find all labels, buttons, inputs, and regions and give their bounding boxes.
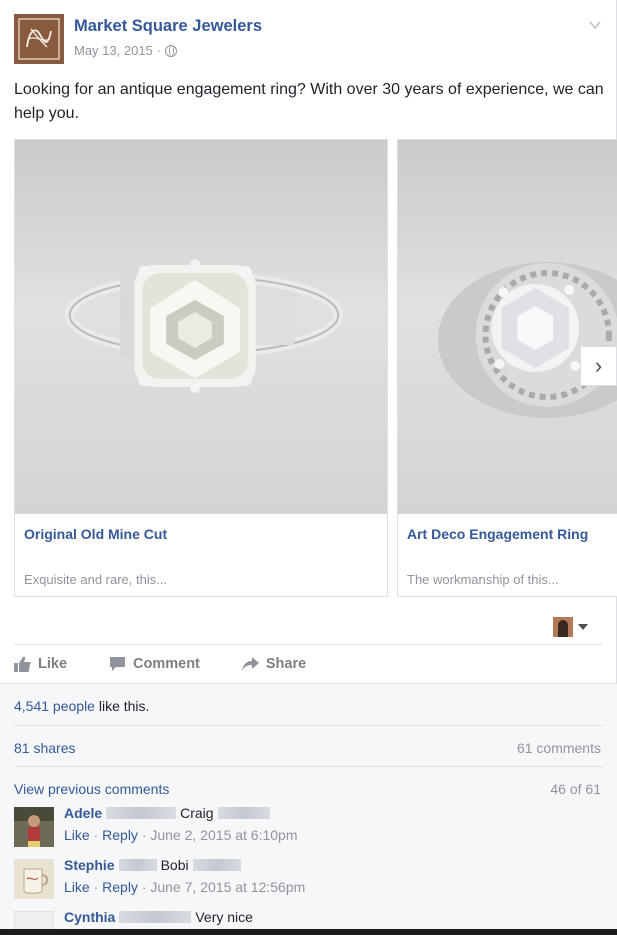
card-title[interactable]: Original Old Mine Cut xyxy=(24,526,167,542)
chevron-right-icon: › xyxy=(594,353,603,378)
redacted-text xyxy=(118,859,157,871)
window-edge xyxy=(0,929,617,935)
ring-photo[interactable] xyxy=(15,140,387,514)
like-button[interactable]: Like xyxy=(14,656,67,672)
divider xyxy=(14,766,603,767)
comment-like-link[interactable]: Like xyxy=(64,827,90,843)
redacted-text xyxy=(106,807,177,819)
comment-item: Stephie Bobi Like · Reply · June 7, 2015 … xyxy=(14,857,604,903)
commenter-avatar[interactable] xyxy=(14,859,54,899)
share-button[interactable]: Share xyxy=(241,655,307,672)
page-name-link[interactable]: Market Square Jewelers xyxy=(74,17,262,36)
commenter-avatar[interactable] xyxy=(14,807,54,847)
commenter-name[interactable]: Stephie xyxy=(64,857,115,873)
redacted-text xyxy=(119,911,192,923)
shares-link[interactable]: 81 shares xyxy=(14,740,75,756)
post-date[interactable]: May 13, 2015 xyxy=(74,43,153,58)
comments-count[interactable]: 61 comments xyxy=(517,740,601,756)
post-card: Market Square Jewelers May 13, 2015 · Lo… xyxy=(0,0,617,935)
carousel: Original Old Mine Cut Exquisite and rare… xyxy=(14,139,617,597)
redacted-text xyxy=(217,807,270,819)
comment-body: Stephie Bobi Like · Reply · June 7, 2015 … xyxy=(64,857,305,895)
comment-meta: Like · Reply · June 2, 2015 at 6:10pm xyxy=(64,827,298,843)
comment-button[interactable]: Comment xyxy=(109,656,200,672)
comment-reply-link[interactable]: Reply xyxy=(102,879,138,895)
chevron-down-icon[interactable] xyxy=(588,18,602,32)
action-bar: Like Comment Share xyxy=(14,644,603,682)
divider xyxy=(14,725,603,726)
comment-text: Bobi xyxy=(160,857,189,873)
share-arrow-icon xyxy=(241,656,259,671)
globe-icon xyxy=(165,44,178,57)
comment-timestamp[interactable]: June 2, 2015 at 6:10pm xyxy=(150,827,297,843)
likes-summary: 4,541 people like this. xyxy=(14,698,149,714)
likes-suffix: like this. xyxy=(94,698,150,714)
carousel-card[interactable]: Original Old Mine Cut Exquisite and rare… xyxy=(14,139,388,597)
ring-photo[interactable] xyxy=(398,140,617,514)
like-label: Like xyxy=(38,655,68,672)
card-description: Exquisite and rare, this... xyxy=(24,572,168,587)
comment-body: Cynthia Very nice xyxy=(64,909,253,925)
card-title[interactable]: Art Deco Engagement Ring xyxy=(407,526,588,542)
post-message: Looking for an antique engagement ring? … xyxy=(14,81,604,122)
likes-count-link[interactable]: 4,541 people xyxy=(14,698,95,714)
comment-text: Very nice xyxy=(195,909,253,925)
view-previous-comments-link[interactable]: View previous comments xyxy=(14,781,169,797)
comment-meta: Like · Reply · June 7, 2015 at 12:56pm xyxy=(64,879,306,895)
redacted-text xyxy=(192,859,241,871)
thumbs-up-icon xyxy=(14,656,31,672)
comment-timestamp[interactable]: June 7, 2015 at 12:56pm xyxy=(150,879,305,895)
carousel-next-button[interactable]: › xyxy=(580,346,617,386)
comment-icon xyxy=(110,656,126,671)
post-meta: May 13, 2015 · xyxy=(74,43,178,58)
comment-item: Adele Craig Like · Reply · June 2, 2015 a… xyxy=(14,805,604,851)
commenter-name[interactable]: Adele xyxy=(64,805,102,821)
monogram-logo xyxy=(18,18,60,60)
comment-like-link[interactable]: Like xyxy=(64,879,90,895)
comment-reply-link[interactable]: Reply xyxy=(102,827,138,843)
page-avatar[interactable] xyxy=(14,14,64,64)
comment-label: Comment xyxy=(133,655,200,672)
post-as-selector[interactable] xyxy=(553,617,588,637)
user-avatar xyxy=(553,617,573,637)
share-label: Share xyxy=(265,655,307,672)
post-header: Market Square Jewelers May 13, 2015 · xyxy=(14,14,602,64)
comment-text: Craig xyxy=(180,805,214,821)
meta-separator: · xyxy=(156,43,162,58)
comment-body: Adele Craig Like · Reply · June 2, 2015 a… xyxy=(64,805,298,843)
commenter-name[interactable]: Cynthia xyxy=(64,909,115,925)
card-description: The workmanship of this... xyxy=(407,572,559,587)
caret-down-icon xyxy=(578,624,588,630)
comments-pager: 46 of 61 xyxy=(550,781,601,797)
feedback-section: 4,541 people like this. 81 shares 61 com… xyxy=(0,683,617,935)
